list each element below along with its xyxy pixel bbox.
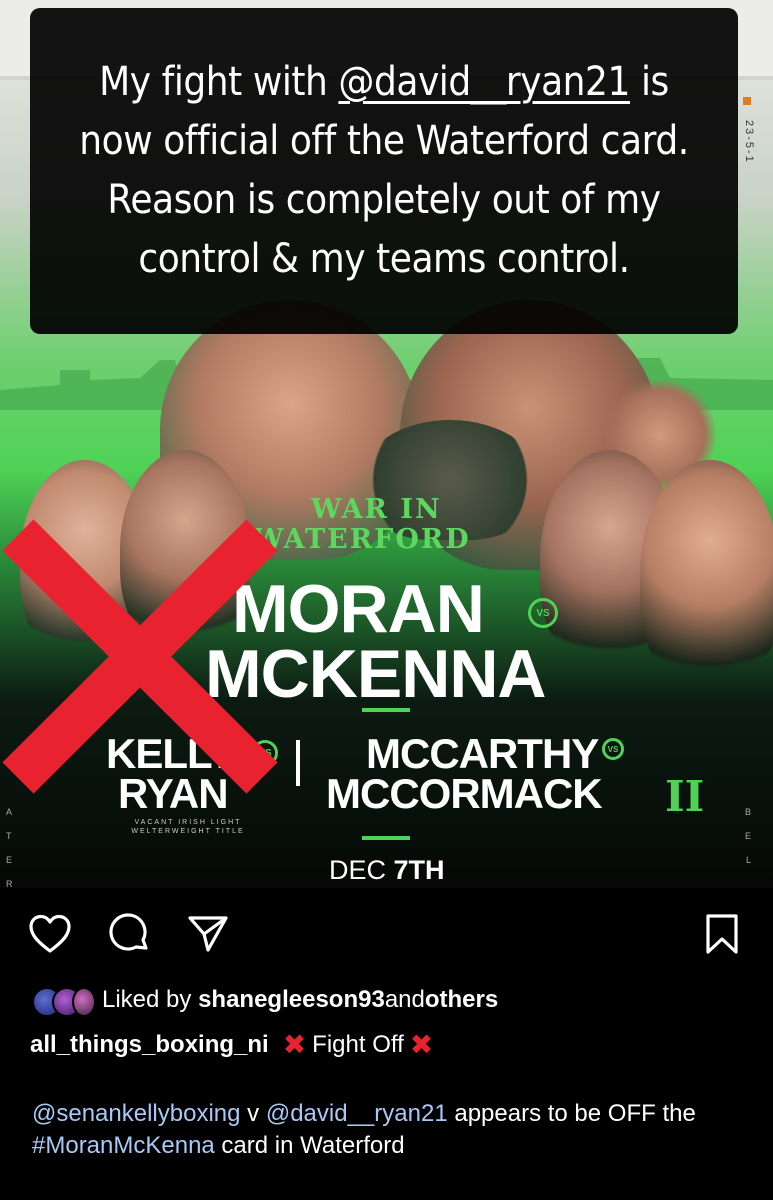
likes-middle: and [384,986,425,1013]
date-divider [362,836,410,840]
story-text-prefix: My fight with [99,59,339,105]
poster-edge-record: 23-5-1 [743,120,755,164]
post-text-v: v [240,1100,266,1127]
comment-icon [109,913,148,951]
undercard-right-suffix: II [665,772,705,821]
vs-badge-main: VS [528,598,558,628]
undercard-right-bottom: MCCORMACK [326,770,603,817]
liker-avatars [30,985,98,1017]
fighter-undercard-4 [640,460,773,690]
story-text: My fight with @david__ryan21 is now offi… [74,53,695,289]
avatar [72,987,96,1017]
side-letter: E [6,855,13,865]
side-letter: R [6,879,13,888]
date-day: 7TH [393,855,445,885]
undercard-divider [296,740,300,786]
event-title-line2: WATERFORD [253,524,471,555]
side-letter: E [744,831,751,841]
side-letter: T [6,831,12,841]
post-body-text: @senankellyboxing v @david__ryan21 appea… [32,1098,732,1162]
like-button[interactable] [28,912,72,956]
event-title: WAR IN WATERFORD [253,495,523,555]
side-letters-left: A T E R [6,800,13,888]
headline-divider [362,708,410,712]
side-letter: A [6,807,13,817]
hashtag-link[interactable]: #MoranMcKenna [32,1132,215,1159]
mention-link[interactable]: @david__ryan21 [266,1100,448,1127]
likes-prefix: Liked by [102,986,192,1013]
side-letters-right: B E L [745,800,751,872]
red-cross-mark [2,519,278,794]
share-button[interactable] [186,912,230,956]
side-letter: B [744,807,751,817]
post-image[interactable]: 23-5-1 WAR IN WATERFORD MORAN VS MCKENNA… [0,0,773,888]
paper-plane-icon [188,916,228,952]
mention-link[interactable]: @senankellyboxing [32,1100,241,1127]
story-text-overlay: My fight with @david__ryan21 is now offi… [30,8,738,334]
bookmark-icon [706,914,738,954]
event-title-line1: WAR IN [311,494,442,525]
date-month: DEC [329,855,394,885]
likes-summary[interactable]: Liked by shanegleeson93 and others [30,985,498,1017]
comment-button[interactable] [108,912,152,956]
heart-icon [29,914,71,953]
post-caption-title: Fight Off [312,1030,404,1058]
cross-mark-icon: ✖ [409,1029,434,1060]
post-text-mid: appears to be OFF the [447,1100,696,1127]
side-letter: L [745,855,751,865]
vs-badge-right: VS [602,738,624,760]
post-caption-line: all_things_boxing_ni ✖ Fight Off ✖ [30,1028,439,1061]
story-text-mention: @david__ryan21 [338,59,630,105]
likes-others-link[interactable]: others [425,986,498,1014]
post-text-end: card in Waterford [214,1132,405,1159]
event-date: DEC 7TH [329,855,445,886]
cross-mark-icon: ✖ [282,1029,307,1060]
save-button[interactable] [700,912,744,956]
poster-corner-badge [743,97,751,105]
post-username[interactable]: all_things_boxing_ni [30,1031,269,1059]
title-note: VACANT IRISH LIGHT WELTERWEIGHT TITLE [131,819,245,835]
likes-user-link[interactable]: shanegleeson93 [198,986,385,1014]
